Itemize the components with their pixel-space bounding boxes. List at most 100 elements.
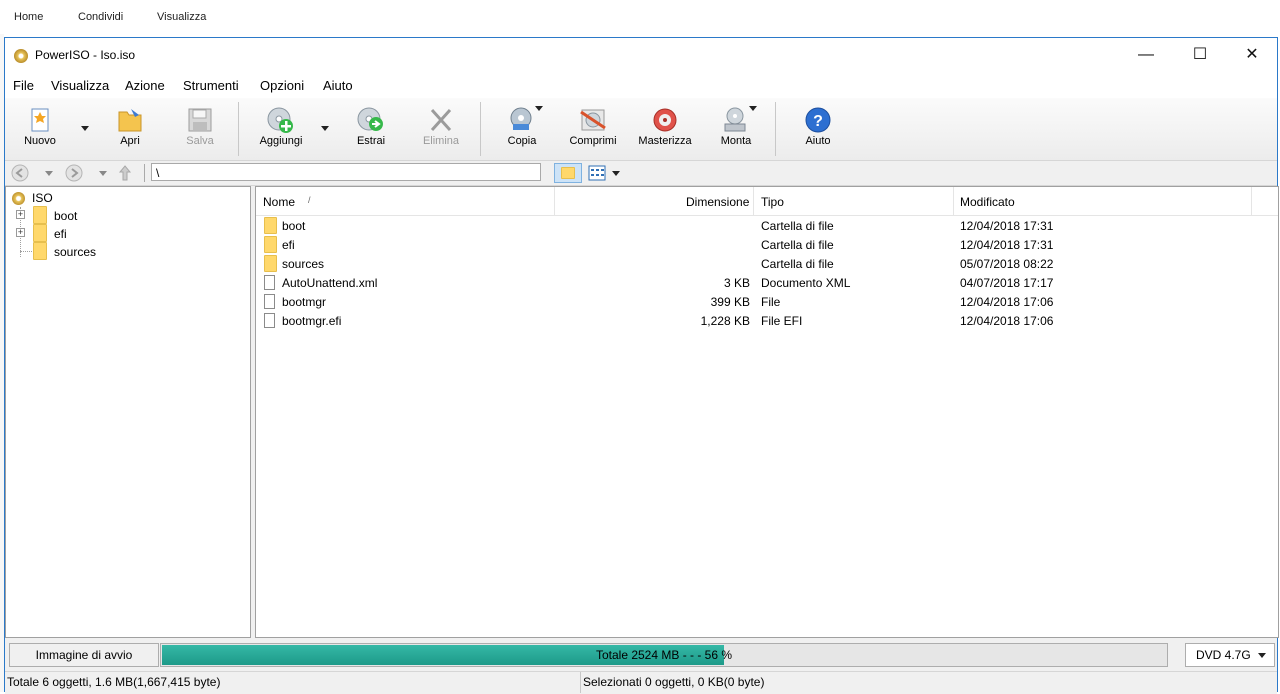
column-size[interactable]: Dimensione <box>686 195 749 209</box>
folder-icon <box>264 255 277 272</box>
status-selected: Selezionati 0 oggetti, 0 KB(0 byte) <box>583 675 765 689</box>
file-icon <box>264 313 275 328</box>
tree-item-efi[interactable]: efi <box>54 227 67 241</box>
tree-item-boot[interactable]: boot <box>54 209 77 223</box>
view-mode-icon[interactable] <box>588 165 606 181</box>
explorer-tab-view[interactable]: Visualizza <box>157 11 206 23</box>
tree-connector <box>20 251 32 253</box>
copy-disc-icon <box>510 107 532 130</box>
menu-view[interactable]: Visualizza <box>51 78 109 93</box>
expand-efi-icon[interactable]: + <box>16 228 25 237</box>
compress-button[interactable]: Comprimi <box>565 104 621 156</box>
file-name: efi <box>282 238 295 252</box>
open-label: Apri <box>120 135 140 147</box>
svg-text:?: ? <box>813 113 823 130</box>
path-field[interactable]: \ <box>151 163 541 181</box>
mount-button[interactable]: Monta <box>711 104 761 156</box>
minimize-button[interactable]: — <box>1123 38 1169 72</box>
add-dropdown-arrow-icon[interactable] <box>321 126 329 131</box>
list-row[interactable]: boot Cartella di file 12/04/2018 17:31 <box>256 217 1278 236</box>
list-row[interactable]: sources Cartella di file 05/07/2018 08:2… <box>256 255 1278 274</box>
delete-label: Elimina <box>422 135 460 147</box>
tree-item-sources[interactable]: sources <box>54 245 96 259</box>
folder-tree: ISO + boot + efi sources <box>5 186 251 638</box>
explorer-tab-home[interactable]: Home <box>14 11 43 23</box>
column-name[interactable]: Nome <box>263 195 295 209</box>
menu-help[interactable]: Aiuto <box>323 78 353 93</box>
address-separator <box>144 164 145 182</box>
file-modified: 04/07/2018 17:17 <box>960 276 1054 290</box>
folder-view-toggle[interactable] <box>554 163 582 183</box>
title-bar: PowerISO - Iso.iso — ☐ ✕ <box>5 38 1277 72</box>
view-mode-dropdown-arrow-icon[interactable] <box>612 171 620 176</box>
column-divider[interactable] <box>953 187 954 215</box>
file-name: bootmgr <box>282 295 327 309</box>
column-modified[interactable]: Modificato <box>960 195 1015 209</box>
mount-drive-icon <box>724 107 746 132</box>
menu-options[interactable]: Opzioni <box>260 78 304 93</box>
file-list: Nome / Dimensione Tipo Modificato boot C… <box>255 186 1279 638</box>
file-name: bootmgr.efi <box>282 314 342 328</box>
help-question-icon: ? <box>805 107 831 133</box>
list-row[interactable]: bootmgr 399 KB File 12/04/2018 17:06 <box>256 293 1278 312</box>
media-type-select[interactable]: DVD 4.7G <box>1185 643 1275 667</box>
status-total: Totale 6 oggetti, 1.6 MB(1,667,415 byte) <box>5 672 581 693</box>
up-folder-icon[interactable] <box>117 164 133 182</box>
mount-dropdown-arrow-icon[interactable] <box>749 106 757 111</box>
forward-arrow-icon[interactable] <box>65 164 83 182</box>
file-icon <box>264 275 275 290</box>
column-divider[interactable] <box>554 187 555 215</box>
add-button[interactable]: Aggiungi <box>253 104 309 156</box>
burn-label: Masterizza <box>638 135 692 147</box>
open-button[interactable]: Apri <box>105 104 155 156</box>
column-divider[interactable] <box>753 187 754 215</box>
delete-button[interactable]: Elimina <box>415 104 467 156</box>
folder-view-icon <box>561 167 575 179</box>
toolbar-separator <box>480 102 481 156</box>
menu-tools[interactable]: Strumenti <box>183 78 239 93</box>
copy-dropdown-arrow-icon[interactable] <box>535 106 543 111</box>
list-row[interactable]: bootmgr.efi 1,228 KB File EFI 12/04/2018… <box>256 312 1278 331</box>
file-modified: 12/04/2018 17:31 <box>960 238 1054 252</box>
list-header: Nome / Dimensione Tipo Modificato <box>256 187 1278 216</box>
extract-button[interactable]: Estrai <box>345 104 397 156</box>
forward-dropdown-arrow-icon[interactable] <box>99 171 107 176</box>
poweriso-disc-icon <box>14 49 28 63</box>
boot-image-button[interactable]: Immagine di avvio <box>9 643 159 667</box>
mount-label: Monta <box>720 135 752 147</box>
expand-boot-icon[interactable]: + <box>16 210 25 219</box>
toolbar-separator <box>775 102 776 156</box>
new-button[interactable]: Nuovo <box>15 104 65 156</box>
close-button[interactable]: ✕ <box>1229 38 1275 72</box>
help-button[interactable]: ? Aiuto <box>793 104 843 156</box>
file-size: 399 KB <box>710 295 750 309</box>
folder-icon <box>264 217 277 234</box>
status-bar: Totale 6 oggetti, 1.6 MB(1,667,415 byte)… <box>5 671 1277 694</box>
list-row[interactable]: AutoUnattend.xml 3 KB Documento XML 04/0… <box>256 274 1278 293</box>
file-type: Cartella di file <box>761 219 834 233</box>
capacity-progress: Totale 2524 MB - - - 56 % <box>160 643 1168 667</box>
file-modified: 05/07/2018 08:22 <box>960 257 1054 271</box>
new-dropdown-arrow-icon[interactable] <box>81 126 89 131</box>
add-label: Aggiungi <box>259 135 303 147</box>
save-disk-icon <box>188 108 212 132</box>
explorer-tab-share[interactable]: Condividi <box>78 11 123 23</box>
toolbar-separator <box>238 102 239 156</box>
burn-button[interactable]: Masterizza <box>633 104 697 156</box>
menu-action[interactable]: Azione <box>125 78 165 93</box>
new-label: Nuovo <box>24 135 56 147</box>
column-type[interactable]: Tipo <box>761 195 784 209</box>
copy-button[interactable]: Copia <box>497 104 547 156</box>
file-size: 1,228 KB <box>700 314 750 328</box>
menu-file[interactable]: File <box>13 78 34 93</box>
file-modified: 12/04/2018 17:31 <box>960 219 1054 233</box>
list-row[interactable]: efi Cartella di file 12/04/2018 17:31 <box>256 236 1278 255</box>
back-arrow-icon[interactable] <box>11 164 29 182</box>
file-name: boot <box>282 219 306 233</box>
back-dropdown-arrow-icon[interactable] <box>45 171 53 176</box>
maximize-button[interactable]: ☐ <box>1177 38 1223 72</box>
save-label: Salva <box>186 135 214 147</box>
save-button[interactable]: Salva <box>175 104 225 156</box>
column-divider[interactable] <box>1251 187 1252 215</box>
file-name: sources <box>282 257 325 271</box>
